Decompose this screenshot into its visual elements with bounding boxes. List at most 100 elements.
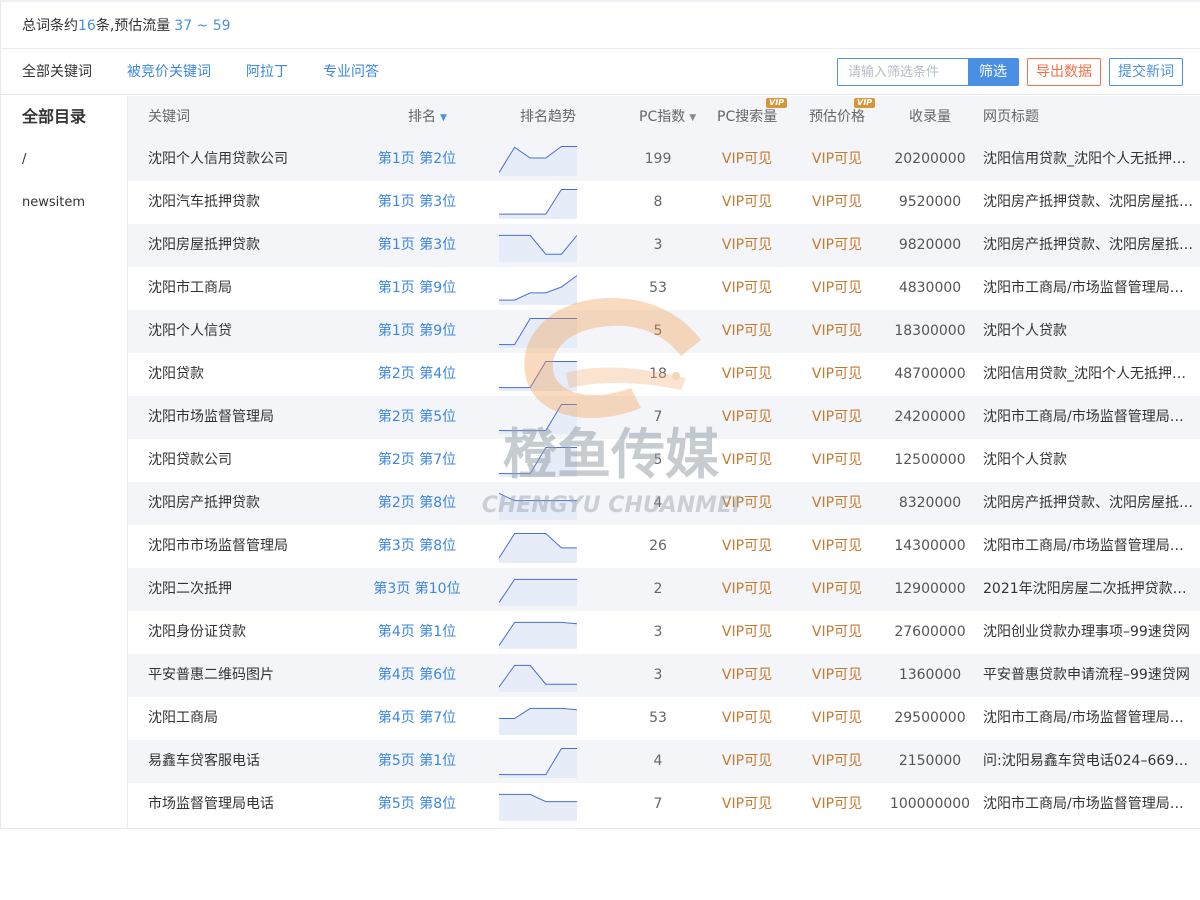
rank-trend-sparkline	[499, 621, 577, 649]
table-row: 沈阳房屋抵押贷款 第1页 第3位 3 VIP可见 VIP可见 9820000 沈阳房产抵押贷…	[128, 224, 1200, 267]
vip-badge-icon: VIP	[766, 98, 788, 108]
pc-search-vip-cell: VIP可见	[721, 151, 773, 167]
summary-middle: 条,预估流量	[95, 18, 171, 34]
indexed-count-cell: 2150000	[898, 753, 962, 769]
indexed-count-cell: 12900000	[894, 581, 966, 597]
rank-link[interactable]: 第5页 第1位	[357, 740, 477, 783]
rank-link[interactable]: 第3页 第10位	[357, 568, 477, 611]
page-title-cell: 沈阳市工商局/市场监督管理局电话	[983, 538, 1195, 554]
keyword-table: 关键词 排名 ▼ 排名趋势 PC指数 ▼ PC搜索量 VIP 预估价格 VIP 收录…	[128, 96, 1200, 826]
rank-trend-sparkline	[499, 404, 577, 434]
rank-trend-sparkline	[499, 492, 577, 520]
table-row: 沈阳身份证贷款 第4页 第1位 3 VIP可见 VIP可见 27600000 沈阳创业贷款办…	[128, 611, 1200, 654]
pc-search-vip-cell: VIP可见	[721, 495, 773, 511]
pc-search-vip-cell: VIP可见	[721, 237, 773, 253]
keyword-cell: 沈阳工商局	[148, 710, 218, 726]
pc-search-vip-cell: VIP可见	[721, 409, 773, 425]
indexed-count-cell: 27600000	[894, 624, 966, 640]
indexed-count-cell: 18300000	[894, 323, 966, 339]
filter-input[interactable]	[838, 59, 968, 85]
tab-all-keywords[interactable]: 全部关键词	[22, 49, 92, 95]
keyword-cell: 沈阳市场监督管理局	[148, 409, 274, 425]
table-row: 平安普惠二维码图片 第4页 第6位 3 VIP可见 VIP可见 1360000 平安普惠贷款…	[128, 654, 1200, 697]
filter-button[interactable]: 筛选	[968, 59, 1018, 85]
page-title-cell: 沈阳房产抵押贷款、沈阳房屋抵押贷款	[983, 237, 1195, 253]
sparkline-area	[499, 318, 577, 348]
rank-trend-sparkline	[499, 146, 577, 176]
rank-link[interactable]: 第5页 第8位	[357, 783, 477, 826]
table-row: 市场监督管理局电话 第5页 第8位 7 VIP可见 VIP可见 100000000 沈阳市工…	[128, 783, 1200, 826]
page-title-cell: 沈阳市工商局/市场监督管理局电话	[983, 710, 1195, 726]
keyword-cell: 平安普惠二维码图片	[148, 667, 274, 683]
submit-new-word-button[interactable]: 提交新词	[1109, 58, 1183, 86]
export-data-button[interactable]: 导出数据	[1027, 58, 1101, 86]
keyword-cell: 沈阳贷款公司	[148, 452, 232, 468]
tab-bidded-keywords[interactable]: 被竞价关键词	[127, 49, 211, 95]
page-title-cell: 沈阳市工商局/市场监督管理局电话	[983, 409, 1195, 425]
pc-index-cell: 26	[649, 538, 667, 554]
price-vip-cell: VIP可见	[811, 667, 863, 683]
indexed-count-cell: 24200000	[894, 409, 966, 425]
price-vip-cell: VIP可见	[811, 151, 863, 167]
col-trend: 排名趋势	[520, 109, 576, 125]
col-rank[interactable]: 排名 ▼	[408, 96, 447, 139]
rank-link[interactable]: 第3页 第8位	[357, 525, 477, 568]
table-body: 沈阳个人信用贷款公司 第1页 第2位 199 VIP可见 VIP可见 20200000 沈阳…	[128, 138, 1200, 826]
pc-index-cell: 7	[653, 796, 663, 812]
pc-index-cell: 18	[649, 366, 667, 382]
rank-link[interactable]: 第2页 第7位	[357, 439, 477, 482]
rank-link[interactable]: 第1页 第3位	[357, 224, 477, 267]
table-row: 沈阳房产抵押贷款 第2页 第8位 4 VIP可见 VIP可见 8320000 沈阳房产抵押贷…	[128, 482, 1200, 525]
keyword-cell: 沈阳汽车抵押贷款	[148, 194, 260, 210]
vip-badge-icon: VIP	[854, 98, 876, 108]
directory-item-root[interactable]: /	[22, 150, 26, 170]
rank-trend-sparkline	[499, 793, 577, 821]
page-title-cell: 沈阳市工商局/市场监督管理局电话	[983, 280, 1195, 296]
rank-link[interactable]: 第1页 第2位	[357, 138, 477, 181]
rank-link[interactable]: 第4页 第6位	[357, 654, 477, 697]
rank-link[interactable]: 第1页 第3位	[357, 181, 477, 224]
rank-link[interactable]: 第4页 第7位	[357, 697, 477, 740]
rank-link[interactable]: 第1页 第9位	[357, 310, 477, 353]
rank-trend-sparkline	[499, 533, 577, 563]
directory-item-newsitem[interactable]: newsitem	[22, 193, 85, 213]
pc-index-cell: 8	[653, 194, 663, 210]
page-title-cell: 沈阳个人贷款	[983, 323, 1067, 339]
sparkline-area	[499, 622, 577, 649]
tab-aladdin[interactable]: 阿拉丁	[246, 49, 288, 95]
keyword-cell: 沈阳市市场监督管理局	[148, 538, 288, 554]
table-row: 沈阳市场监督管理局 第2页 第5位 7 VIP可见 VIP可见 24200000 沈阳市工商…	[128, 396, 1200, 439]
rank-link[interactable]: 第1页 第9位	[357, 267, 477, 310]
price-vip-cell: VIP可见	[811, 280, 863, 296]
pc-search-vip-cell: VIP可见	[721, 194, 773, 210]
price-vip-cell: VIP可见	[811, 237, 863, 253]
pc-search-vip-cell: VIP可见	[721, 452, 773, 468]
directory-title: 全部目录	[22, 107, 87, 126]
keyword-cell: 沈阳二次抵押	[148, 581, 232, 597]
tab-professional-qa[interactable]: 专业问答	[323, 49, 379, 95]
rank-trend-sparkline	[499, 275, 577, 305]
indexed-count-cell: 100000000	[889, 796, 971, 812]
rank-link[interactable]: 第2页 第8位	[357, 482, 477, 525]
sparkline-area	[499, 235, 577, 262]
page-title-cell: 沈阳房产抵押贷款、沈阳房屋抵押贷款	[983, 495, 1195, 511]
indexed-count-cell: 20200000	[894, 151, 966, 167]
rank-link[interactable]: 第2页 第5位	[357, 396, 477, 439]
page-title-cell: 问:沈阳易鑫车贷电话024–66955555	[983, 753, 1195, 769]
keyword-cell: 沈阳市工商局	[148, 280, 232, 296]
rank-link[interactable]: 第4页 第1位	[357, 611, 477, 654]
pc-index-cell: 5	[653, 323, 663, 339]
page-title-cell: 沈阳市工商局/市场监督管理局电话	[983, 796, 1195, 812]
table-header: 关键词 排名 ▼ 排名趋势 PC指数 ▼ PC搜索量 VIP 预估价格 VIP 收录…	[128, 96, 1200, 138]
keyword-cell: 沈阳房产抵押贷款	[148, 495, 260, 511]
page-title-cell: 平安普惠贷款申请流程–99速贷网	[983, 667, 1190, 683]
price-vip-cell: VIP可见	[811, 710, 863, 726]
keyword-cell: 沈阳个人信贷	[148, 323, 232, 339]
indexed-count-cell: 9520000	[898, 194, 962, 210]
col-pc-index[interactable]: PC指数 ▼	[639, 96, 696, 139]
rank-link[interactable]: 第2页 第4位	[357, 353, 477, 396]
price-vip-cell: VIP可见	[811, 452, 863, 468]
rank-trend-sparkline	[499, 361, 577, 391]
page-title-cell: 2021年沈阳房屋二次抵押贷款条件	[983, 581, 1195, 597]
price-vip-cell: VIP可见	[811, 366, 863, 382]
